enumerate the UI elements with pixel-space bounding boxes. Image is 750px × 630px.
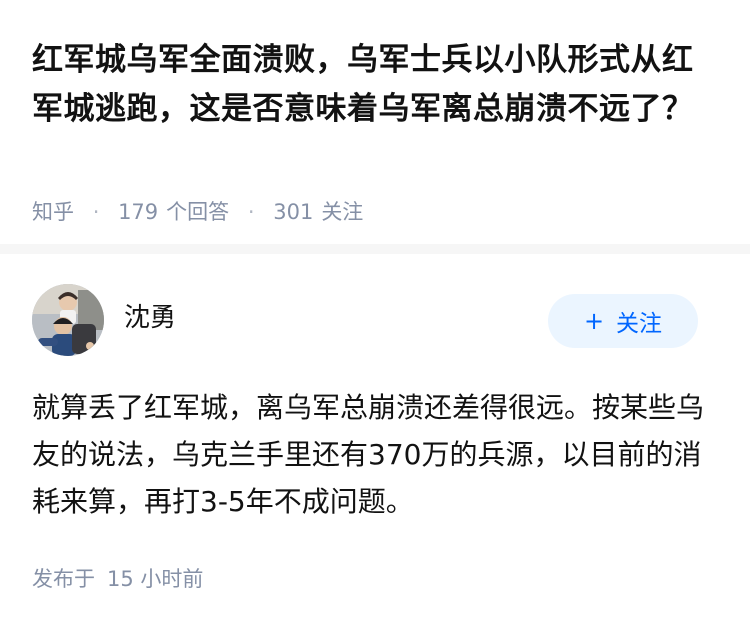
answer-count-label: 个回答 <box>166 200 230 224</box>
avatar-image <box>32 284 104 356</box>
publish-time: 发布于 15 小时前 <box>32 563 203 595</box>
answer-count-link[interactable]: 179 个回答 <box>118 200 236 224</box>
source-label[interactable]: 知乎 <box>32 200 74 224</box>
question-meta: 知乎 · 179 个回答 · 301 关注 <box>32 196 363 228</box>
question-title[interactable]: 红军城乌军全面溃败，乌军士兵以小队形式从红军城逃跑，这是否意味着乌军离总崩溃不远… <box>32 36 722 134</box>
section-divider <box>0 244 750 254</box>
answer-card: 沈勇 + 关注 就算丢了红军城，离乌军总崩溃还差得很远。按某些乌友的说法，乌克兰… <box>0 254 750 630</box>
avatar[interactable] <box>32 284 104 356</box>
follower-count-link[interactable]: 301 关注 <box>273 200 363 224</box>
follow-button-label: 关注 <box>616 311 663 337</box>
follower-count-label: 关注 <box>321 200 364 224</box>
meta-separator: · <box>92 200 100 224</box>
answer-content[interactable]: 就算丢了红军城，离乌军总崩溃还差得很远。按某些乌友的说法，乌克兰手里还有370万… <box>32 384 722 525</box>
follower-count: 301 <box>273 200 314 224</box>
publish-time-value: 15 小时前 <box>107 567 204 591</box>
author-name[interactable]: 沈勇 <box>124 300 176 336</box>
follow-button[interactable]: + 关注 <box>548 294 698 348</box>
answer-count: 179 <box>118 200 159 224</box>
zhihu-page: 红军城乌军全面溃败，乌军士兵以小队形式从红军城逃跑，这是否意味着乌军离总崩溃不远… <box>0 0 750 630</box>
plus-icon: + <box>583 307 605 335</box>
publish-label: 发布于 <box>32 567 95 591</box>
meta-separator: · <box>247 200 255 224</box>
question-header: 红军城乌军全面溃败，乌军士兵以小队形式从红军城逃跑，这是否意味着乌军离总崩溃不远… <box>0 0 750 244</box>
